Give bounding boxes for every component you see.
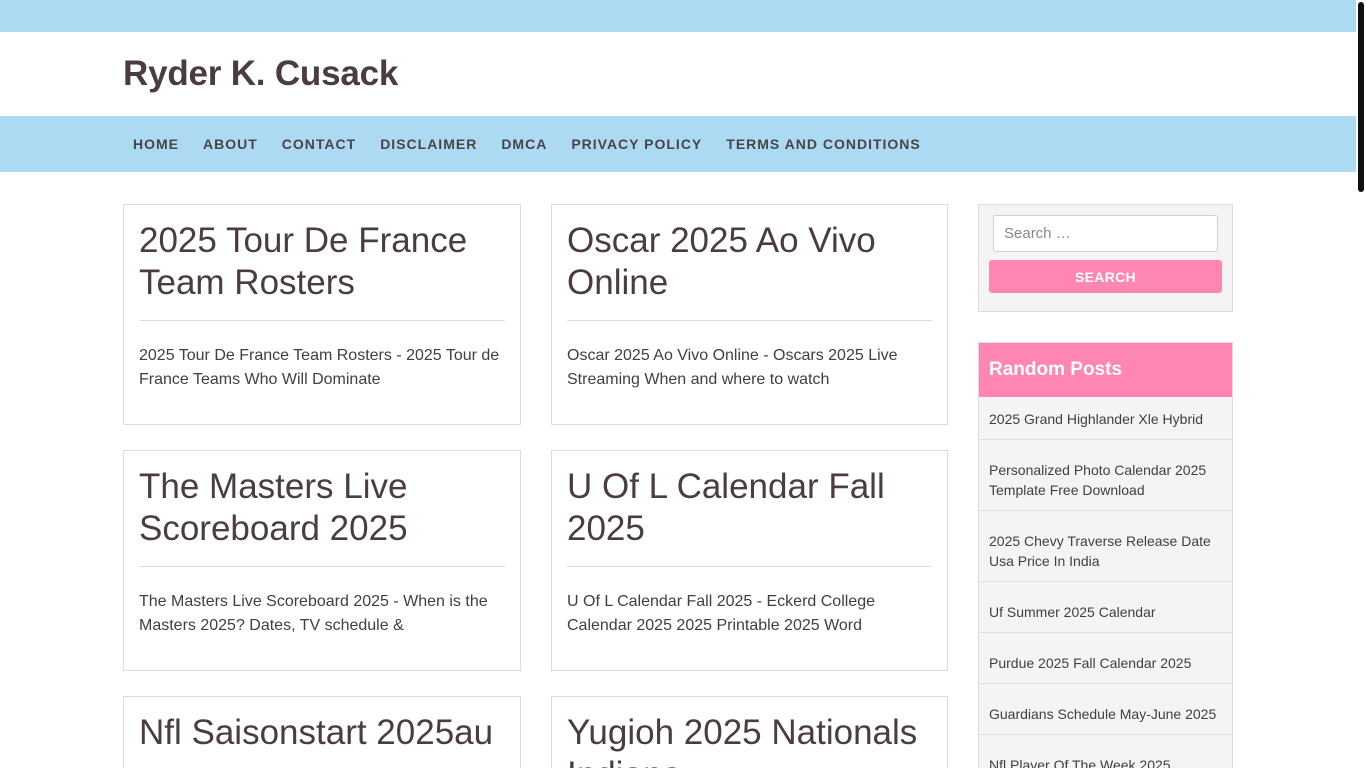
nav-dmca[interactable]: DMCA	[491, 116, 557, 172]
random-post-link[interactable]: Personalized Photo Calendar 2025 Templat…	[989, 460, 1222, 500]
random-posts-title: Random Posts	[979, 343, 1232, 397]
nav-privacy-policy[interactable]: PRIVACY POLICY	[561, 116, 712, 172]
post-card: Nfl Saisonstart 2025au	[123, 696, 521, 768]
nav-contact[interactable]: CONTACT	[272, 116, 366, 172]
list-item: 2025 Grand Highlander Xle Hybrid	[979, 397, 1232, 440]
random-post-link[interactable]: Nfl Player Of The Week 2025	[989, 755, 1222, 768]
post-title[interactable]: U Of L Calendar Fall 2025	[567, 466, 932, 550]
post-card: 2025 Tour De France Team Rosters 2025 To…	[123, 204, 521, 425]
random-post-link[interactable]: Purdue 2025 Fall Calendar 2025	[989, 653, 1222, 673]
post-divider	[139, 320, 505, 321]
random-post-link[interactable]: 2025 Chevy Traverse Release Date Usa Pri…	[989, 531, 1222, 571]
top-bar	[0, 0, 1356, 32]
site-header: Ryder K. Cusack	[0, 32, 1356, 116]
post-title[interactable]: Oscar 2025 Ao Vivo Online	[567, 220, 932, 304]
site-title[interactable]: Ryder K. Cusack	[123, 54, 398, 94]
post-title[interactable]: Yugioh 2025 Nationals Indiana	[567, 712, 932, 768]
post-excerpt: The Masters Live Scoreboard 2025 - When …	[139, 593, 488, 634]
list-item: Purdue 2025 Fall Calendar 2025	[979, 633, 1232, 684]
list-item: Personalized Photo Calendar 2025 Templat…	[979, 440, 1232, 511]
random-post-link[interactable]: Guardians Schedule May-June 2025	[989, 704, 1222, 724]
post-divider	[567, 320, 932, 321]
post-title[interactable]: The Masters Live Scoreboard 2025	[139, 466, 505, 550]
random-post-link[interactable]: 2025 Grand Highlander Xle Hybrid	[989, 409, 1222, 429]
list-item: Nfl Player Of The Week 2025	[979, 735, 1232, 768]
post-title[interactable]: Nfl Saisonstart 2025au	[139, 712, 505, 754]
nav-disclaimer[interactable]: DISCLAIMER	[370, 116, 487, 172]
list-item: 2025 Chevy Traverse Release Date Usa Pri…	[979, 511, 1232, 582]
post-card: Oscar 2025 Ao Vivo Online Oscar 2025 Ao …	[551, 204, 948, 425]
search-button[interactable]: SEARCH	[989, 260, 1222, 293]
post-divider	[567, 566, 932, 567]
post-divider	[139, 566, 505, 567]
nav-home[interactable]: HOME	[123, 116, 189, 172]
post-excerpt: 2025 Tour De France Team Rosters - 2025 …	[139, 347, 500, 388]
main-navigation: HOME ABOUT CONTACT DISCLAIMER DMCA PRIVA…	[0, 116, 1356, 172]
nav-about[interactable]: ABOUT	[193, 116, 268, 172]
search-widget: SEARCH	[978, 204, 1233, 312]
scrollbar-thumb[interactable]	[1358, 2, 1364, 192]
post-excerpt: Oscar 2025 Ao Vivo Online - Oscars 2025 …	[567, 347, 898, 388]
post-card: Yugioh 2025 Nationals Indiana	[551, 696, 948, 768]
nav-terms-and-conditions[interactable]: TERMS AND CONDITIONS	[716, 116, 930, 172]
random-post-link[interactable]: Uf Summer 2025 Calendar	[989, 602, 1222, 622]
post-card: U Of L Calendar Fall 2025 U Of L Calenda…	[551, 450, 948, 671]
post-title[interactable]: 2025 Tour De France Team Rosters	[139, 220, 505, 304]
post-card: The Masters Live Scoreboard 2025 The Mas…	[123, 450, 521, 671]
list-item: Guardians Schedule May-June 2025	[979, 684, 1232, 735]
list-item: Uf Summer 2025 Calendar	[979, 582, 1232, 633]
random-posts-widget: Random Posts 2025 Grand Highlander Xle H…	[978, 342, 1233, 768]
search-input[interactable]	[993, 215, 1218, 252]
post-excerpt: U Of L Calendar Fall 2025 - Eckerd Colle…	[567, 593, 875, 634]
